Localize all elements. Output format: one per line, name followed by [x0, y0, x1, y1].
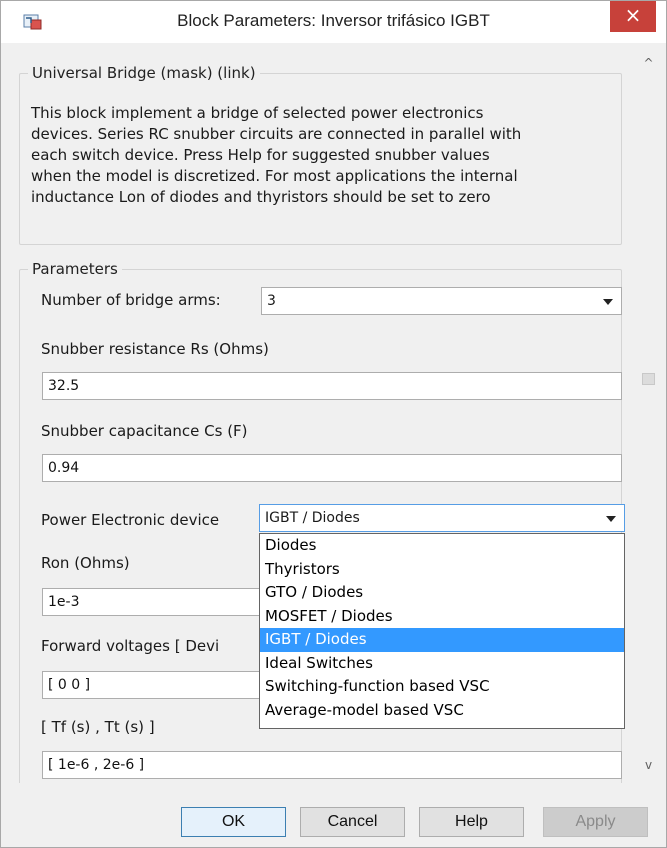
- block-parameters-dialog: Block Parameters: Inversor trifásico IGB…: [0, 0, 667, 848]
- apply-button[interactable]: Apply: [543, 807, 648, 837]
- close-icon: ×: [624, 3, 642, 27]
- bridge-arms-label: Number of bridge arms:: [41, 291, 221, 309]
- forward-voltages-label: Forward voltages [ Devi: [41, 637, 220, 655]
- simulink-block-icon: [23, 14, 42, 30]
- dialog-body: Universal Bridge (mask) (link) This bloc…: [9, 43, 660, 783]
- help-button[interactable]: Help: [419, 807, 524, 837]
- ron-label: Ron (Ohms): [41, 554, 130, 572]
- cancel-button[interactable]: Cancel: [300, 807, 405, 837]
- dropdown-option[interactable]: Thyristors: [260, 558, 624, 582]
- button-bar: OK Cancel Help Apply: [1, 783, 666, 847]
- chevron-down-icon: [606, 516, 616, 522]
- parameters-group-title: Parameters: [28, 260, 122, 278]
- description-line: inductance Lon of diodes and thyristors …: [31, 188, 491, 206]
- mask-group-title: Universal Bridge (mask) (link): [28, 64, 260, 82]
- scroll-down-icon[interactable]: v: [637, 755, 660, 775]
- window-title: Block Parameters: Inversor trifásico IGB…: [177, 11, 490, 30]
- cs-input[interactable]: 0.94: [42, 454, 622, 482]
- description-line: when the model is discretized. For most …: [31, 167, 518, 185]
- bridge-arms-select[interactable]: 3: [261, 287, 622, 315]
- mask-description: This block implement a bridge of selecte…: [31, 103, 621, 208]
- description-line: This block implement a bridge of selecte…: [31, 104, 484, 122]
- scroll-content: Universal Bridge (mask) (link) This bloc…: [9, 43, 637, 783]
- rs-label: Snubber resistance Rs (Ohms): [41, 340, 269, 358]
- device-dropdown-list[interactable]: Diodes Thyristors GTO / Diodes MOSFET / …: [259, 533, 625, 729]
- dropdown-option-selected[interactable]: IGBT / Diodes: [260, 628, 624, 652]
- vertical-scrollbar[interactable]: ^ v: [637, 43, 660, 783]
- scroll-up-icon[interactable]: ^: [637, 53, 660, 73]
- device-select-value: IGBT / Diodes: [265, 510, 360, 526]
- device-label: Power Electronic device: [41, 511, 220, 529]
- dropdown-option[interactable]: Average-model based VSC: [260, 699, 624, 723]
- dropdown-option[interactable]: Ideal Switches: [260, 652, 624, 676]
- title-bar[interactable]: Block Parameters: Inversor trifásico IGB…: [1, 1, 666, 43]
- dropdown-option[interactable]: GTO / Diodes: [260, 581, 624, 605]
- bridge-arms-value: 3: [267, 293, 276, 309]
- ok-button[interactable]: OK: [181, 807, 286, 837]
- chevron-down-icon: [603, 299, 613, 305]
- tf-tt-label: [ Tf (s) , Tt (s) ]: [41, 718, 155, 736]
- close-button[interactable]: ×: [610, 1, 656, 32]
- tf-tt-input[interactable]: [ 1e-6 , 2e-6 ]: [42, 751, 622, 779]
- cs-label: Snubber capacitance Cs (F): [41, 422, 248, 440]
- scrollbar-thumb[interactable]: [642, 373, 655, 385]
- description-line: each switch device. Press Help for sugge…: [31, 146, 490, 164]
- rs-input[interactable]: 32.5: [42, 372, 622, 400]
- device-select[interactable]: IGBT / Diodes: [259, 504, 625, 532]
- dropdown-option[interactable]: Diodes: [260, 534, 624, 558]
- dropdown-option[interactable]: MOSFET / Diodes: [260, 605, 624, 629]
- dropdown-option[interactable]: Switching-function based VSC: [260, 675, 624, 699]
- description-line: devices. Series RC snubber circuits are …: [31, 125, 522, 143]
